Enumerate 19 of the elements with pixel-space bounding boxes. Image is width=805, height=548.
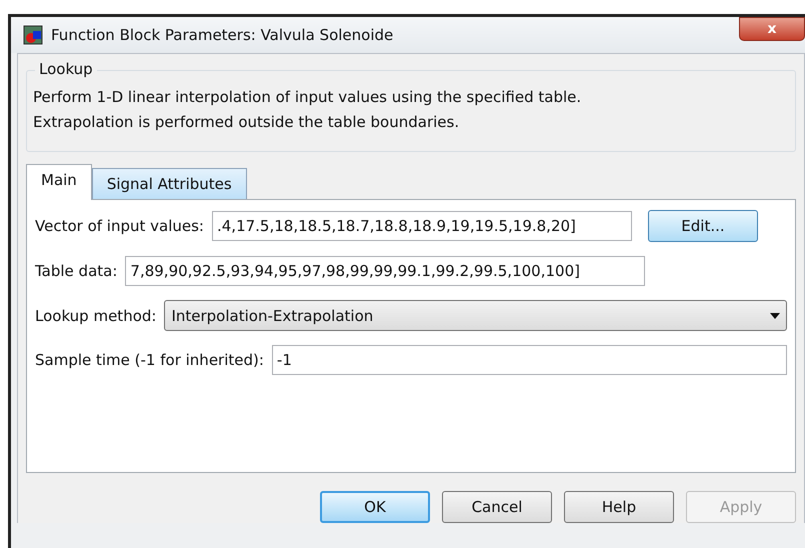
dropdown[interactable]: Interpolation-Extrapolation xyxy=(164,300,787,331)
text-field[interactable]: -1 xyxy=(272,345,787,375)
tab[interactable]: Signal Attributes xyxy=(92,168,247,199)
description: Perform 1-D linear interpolation of input values using the specified table. Extrapolation is performed outside the table boundaries. xyxy=(33,87,582,133)
dialog-button[interactable]: Help xyxy=(564,491,674,523)
caret-icon xyxy=(770,312,780,318)
text-field[interactable]: 7,89,90,92.5,93,94,95,97,98,99,99,99.1,99.2,99.5,100,100] xyxy=(125,256,646,286)
field-label: Lookup method: xyxy=(35,306,156,324)
app-icon xyxy=(23,25,43,45)
edit-button[interactable]: Edit... xyxy=(648,210,758,242)
text-field[interactable]: .4,17.5,18,18.5,18.7,18.8,18.9,19,19.5,19.8,20] xyxy=(212,211,632,241)
field-label: Table data: xyxy=(35,262,118,280)
tab[interactable]: Main xyxy=(26,164,92,200)
dialog-button[interactable]: Cancel xyxy=(442,491,552,523)
window-title: Function Block Parameters: Valvula Solenoide xyxy=(51,26,394,44)
dialog-button[interactable]: OK xyxy=(320,491,430,523)
field-label: Sample time (-1 for inherited): xyxy=(35,351,264,369)
group-title: Lookup xyxy=(35,60,97,78)
field-label: Vector of input values: xyxy=(35,217,204,235)
